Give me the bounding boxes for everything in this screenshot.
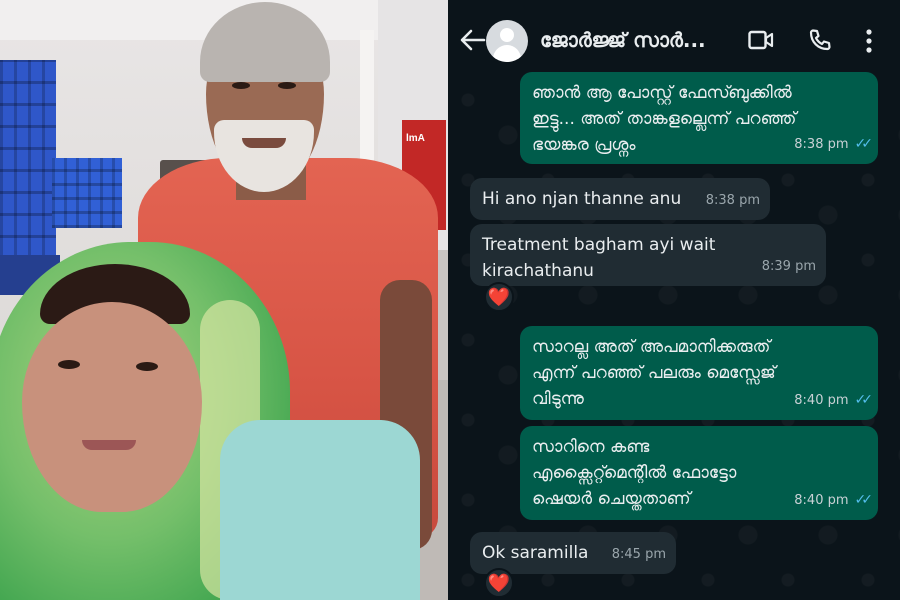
man-mouth	[242, 138, 286, 148]
woman-mouth	[82, 440, 136, 450]
woman-left-eye	[58, 360, 80, 369]
message-time: 8:38 pm	[705, 193, 760, 208]
message-meta: 8:40 pm ✓✓	[794, 387, 874, 414]
blue-crate	[52, 158, 122, 228]
message-bubble-outgoing[interactable]: ഞാൻ ആ പോസ്റ്റ് ഫേസ്ബുക്കിൽ ഇട്ടു... അത് …	[520, 72, 878, 164]
read-ticks-icon: ✓✓	[854, 492, 874, 508]
read-ticks-icon: ✓✓	[854, 136, 874, 152]
heart-reaction-icon[interactable]: ❤️	[484, 568, 514, 598]
heart-reaction-icon[interactable]: ❤️	[484, 282, 514, 312]
message-time: 8:40 pm	[794, 393, 849, 408]
message-time: 8:38 pm	[794, 137, 849, 152]
man-left-eye	[232, 82, 250, 89]
teal-dress	[220, 420, 420, 600]
woman-face	[22, 302, 202, 512]
message-meta: 8:40 pm ✓✓	[794, 487, 874, 514]
back-arrow-icon[interactable]	[458, 28, 486, 52]
poster-text: lmA	[406, 133, 425, 144]
message-bubble-incoming[interactable]: Hi ano njan thanne anu 8:38 pm	[470, 178, 770, 220]
message-bubble-outgoing[interactable]: സാറല്ല അത് അപമാനിക്കരുത് എന്ന് പറഞ്ഞ് പല…	[520, 326, 878, 420]
woman-right-eye	[136, 362, 158, 371]
blue-crate-stack	[0, 60, 56, 260]
man-right-eye	[278, 82, 296, 89]
phone-call-icon[interactable]	[808, 28, 832, 52]
message-bubble-outgoing[interactable]: സാറിനെ കണ്ട എക്സൈറ്റ്മെന്റിൽ ഫോട്ടോ ഷെയർ…	[520, 426, 878, 520]
message-time: 8:45 pm	[611, 547, 666, 562]
message-time: 8:40 pm	[794, 493, 849, 508]
message-time: 8:39 pm	[761, 259, 816, 274]
chat-header: ജോർജ്ജ് സാർ...	[448, 0, 900, 80]
chat-screen: ജോർജ്ജ് സാർ... ഞാൻ ആ പോസ്റ്റ് ഫേസ്ബുക്കി…	[448, 0, 900, 600]
contact-avatar[interactable]	[486, 20, 528, 62]
more-vertical-icon[interactable]	[864, 28, 874, 54]
selfie-photo: lmA	[0, 0, 448, 600]
read-ticks-icon: ✓✓	[854, 392, 874, 408]
contact-name[interactable]: ജോർജ്ജ് സാർ...	[540, 28, 706, 52]
message-bubble-incoming[interactable]: Treatment bagham ayi wait kirachathanu 8…	[470, 224, 826, 286]
message-meta: 8:38 pm ✓✓	[794, 131, 874, 158]
video-call-icon[interactable]	[748, 30, 774, 50]
